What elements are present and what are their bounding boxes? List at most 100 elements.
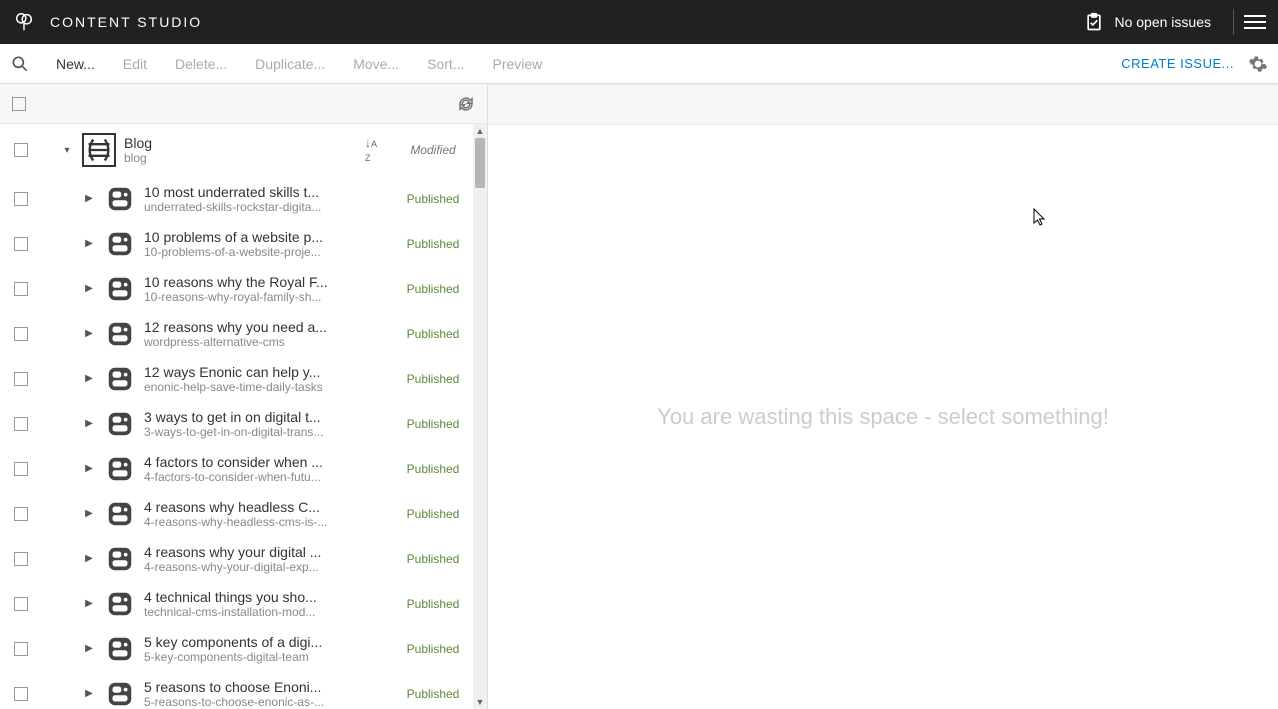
row-path: underrated-skills-rockstar-digita... [144, 200, 393, 214]
blog-post-icon [104, 183, 136, 215]
expand-icon[interactable]: ▶ [78, 193, 100, 204]
row-path: 4-reasons-why-headless-cms-is-... [144, 515, 393, 529]
expand-icon[interactable]: ▶ [78, 373, 100, 384]
sort-az-icon[interactable]: ↓AZ [365, 136, 389, 164]
scroll-up-icon[interactable]: ▲ [473, 124, 487, 138]
tree-row[interactable]: ▶ 4 factors to consider when ... 4-facto… [0, 446, 487, 491]
move-button[interactable]: Move... [339, 56, 413, 72]
edit-button[interactable]: Edit [109, 56, 161, 72]
divider [1233, 9, 1234, 35]
blog-post-icon [104, 318, 136, 350]
expand-icon[interactable]: ▶ [78, 553, 100, 564]
row-status: Published [393, 687, 473, 701]
row-checkbox[interactable] [14, 687, 28, 701]
issues-button[interactable]: No open issues [1084, 12, 1211, 32]
tree-row[interactable]: ▶ 3 ways to get in on digital t... 3-way… [0, 401, 487, 446]
tree-row[interactable]: ▶ 10 problems of a website p... 10-probl… [0, 221, 487, 266]
blog-post-icon [104, 408, 136, 440]
row-title: 12 ways Enonic can help y... [144, 364, 393, 380]
row-status: Published [393, 507, 473, 521]
tree-row[interactable]: ▶ 4 technical things you sho... technica… [0, 581, 487, 626]
new-button[interactable]: New... [42, 56, 109, 72]
tree-row[interactable]: ▶ 12 reasons why you need a... wordpress… [0, 311, 487, 356]
row-status: Published [393, 552, 473, 566]
blog-post-icon [104, 453, 136, 485]
scroll-thumb[interactable] [475, 138, 485, 188]
row-path: 4-reasons-why-your-digital-exp... [144, 560, 393, 574]
scroll-down-icon[interactable]: ▼ [473, 695, 487, 709]
tree-header [0, 84, 487, 124]
row-path: 3-ways-to-get-in-on-digital-trans... [144, 425, 393, 439]
tree-row[interactable]: ▶ 5 reasons to choose Enoni... 5-reasons… [0, 671, 487, 709]
blog-post-icon [104, 588, 136, 620]
row-path: 4-factors-to-consider-when-futu... [144, 470, 393, 484]
row-checkbox[interactable] [14, 282, 28, 296]
duplicate-button[interactable]: Duplicate... [241, 56, 339, 72]
expand-icon[interactable]: ▶ [78, 598, 100, 609]
app-title: CONTENT STUDIO [50, 14, 202, 30]
row-status: Published [393, 372, 473, 386]
expand-icon[interactable]: ▶ [78, 643, 100, 654]
preview-placeholder: You are wasting this space - select some… [657, 404, 1109, 430]
select-all-checkbox[interactable] [12, 97, 26, 111]
row-title: 12 reasons why you need a... [144, 319, 393, 335]
hamburger-icon[interactable] [1244, 11, 1266, 33]
row-checkbox[interactable] [14, 507, 28, 521]
expand-icon[interactable]: ▶ [78, 328, 100, 339]
row-checkbox[interactable] [14, 372, 28, 386]
row-status: Published [393, 327, 473, 341]
sort-button[interactable]: Sort... [413, 56, 478, 72]
expand-icon[interactable]: ▶ [78, 463, 100, 474]
expand-icon[interactable]: ▶ [78, 418, 100, 429]
row-checkbox[interactable] [14, 237, 28, 251]
row-title: 10 problems of a website p... [144, 229, 393, 245]
tree-row[interactable]: ▶ 10 most underrated skills t... underra… [0, 176, 487, 221]
row-title: 10 reasons why the Royal F... [144, 274, 393, 290]
row-status: Modified [393, 143, 473, 157]
row-status: Published [393, 237, 473, 251]
expand-icon[interactable]: ▶ [78, 283, 100, 294]
row-title: 4 reasons why your digital ... [144, 544, 393, 560]
row-status: Published [393, 192, 473, 206]
tree-row[interactable]: ▶ 12 ways Enonic can help y... enonic-he… [0, 356, 487, 401]
refresh-icon[interactable] [457, 95, 475, 113]
tree-parent-row[interactable]: ▾ Blog blog ↓AZ Modified [0, 124, 487, 176]
row-title: 4 reasons why headless C... [144, 499, 393, 515]
row-checkbox[interactable] [14, 417, 28, 431]
blog-post-icon [104, 498, 136, 530]
row-checkbox[interactable] [14, 462, 28, 476]
toolbar: New... Edit Delete... Duplicate... Move.… [0, 44, 1278, 84]
expand-icon[interactable]: ▶ [78, 508, 100, 519]
row-checkbox[interactable] [14, 143, 28, 157]
row-path: enonic-help-save-time-daily-tasks [144, 380, 393, 394]
tree-row[interactable]: ▶ 10 reasons why the Royal F... 10-reaso… [0, 266, 487, 311]
preview-button[interactable]: Preview [478, 56, 556, 72]
tree-row[interactable]: ▶ 4 reasons why headless C... 4-reasons-… [0, 491, 487, 536]
site-icon [82, 133, 116, 167]
scrollbar[interactable]: ▲ ▼ [473, 124, 487, 709]
row-status: Published [393, 282, 473, 296]
row-title: 5 key components of a digi... [144, 634, 393, 650]
blog-post-icon [104, 273, 136, 305]
row-checkbox[interactable] [14, 552, 28, 566]
row-checkbox[interactable] [14, 327, 28, 341]
blog-post-icon [104, 363, 136, 395]
topbar: CONTENT STUDIO No open issues [0, 0, 1278, 44]
blog-post-icon [104, 543, 136, 575]
tree-row[interactable]: ▶ 4 reasons why your digital ... 4-reaso… [0, 536, 487, 581]
row-path: wordpress-alternative-cms [144, 335, 393, 349]
delete-button[interactable]: Delete... [161, 56, 241, 72]
logo-icon [12, 10, 36, 34]
tree-row[interactable]: ▶ 5 key components of a digi... 5-key-co… [0, 626, 487, 671]
create-issue-button[interactable]: CREATE ISSUE... [1121, 56, 1234, 71]
issues-label: No open issues [1114, 14, 1211, 30]
search-icon[interactable] [10, 54, 30, 74]
gear-icon[interactable] [1248, 54, 1268, 74]
row-checkbox[interactable] [14, 192, 28, 206]
collapse-icon[interactable]: ▾ [56, 145, 78, 156]
clipboard-icon [1084, 12, 1104, 32]
row-checkbox[interactable] [14, 642, 28, 656]
row-checkbox[interactable] [14, 597, 28, 611]
expand-icon[interactable]: ▶ [78, 688, 100, 699]
expand-icon[interactable]: ▶ [78, 238, 100, 249]
